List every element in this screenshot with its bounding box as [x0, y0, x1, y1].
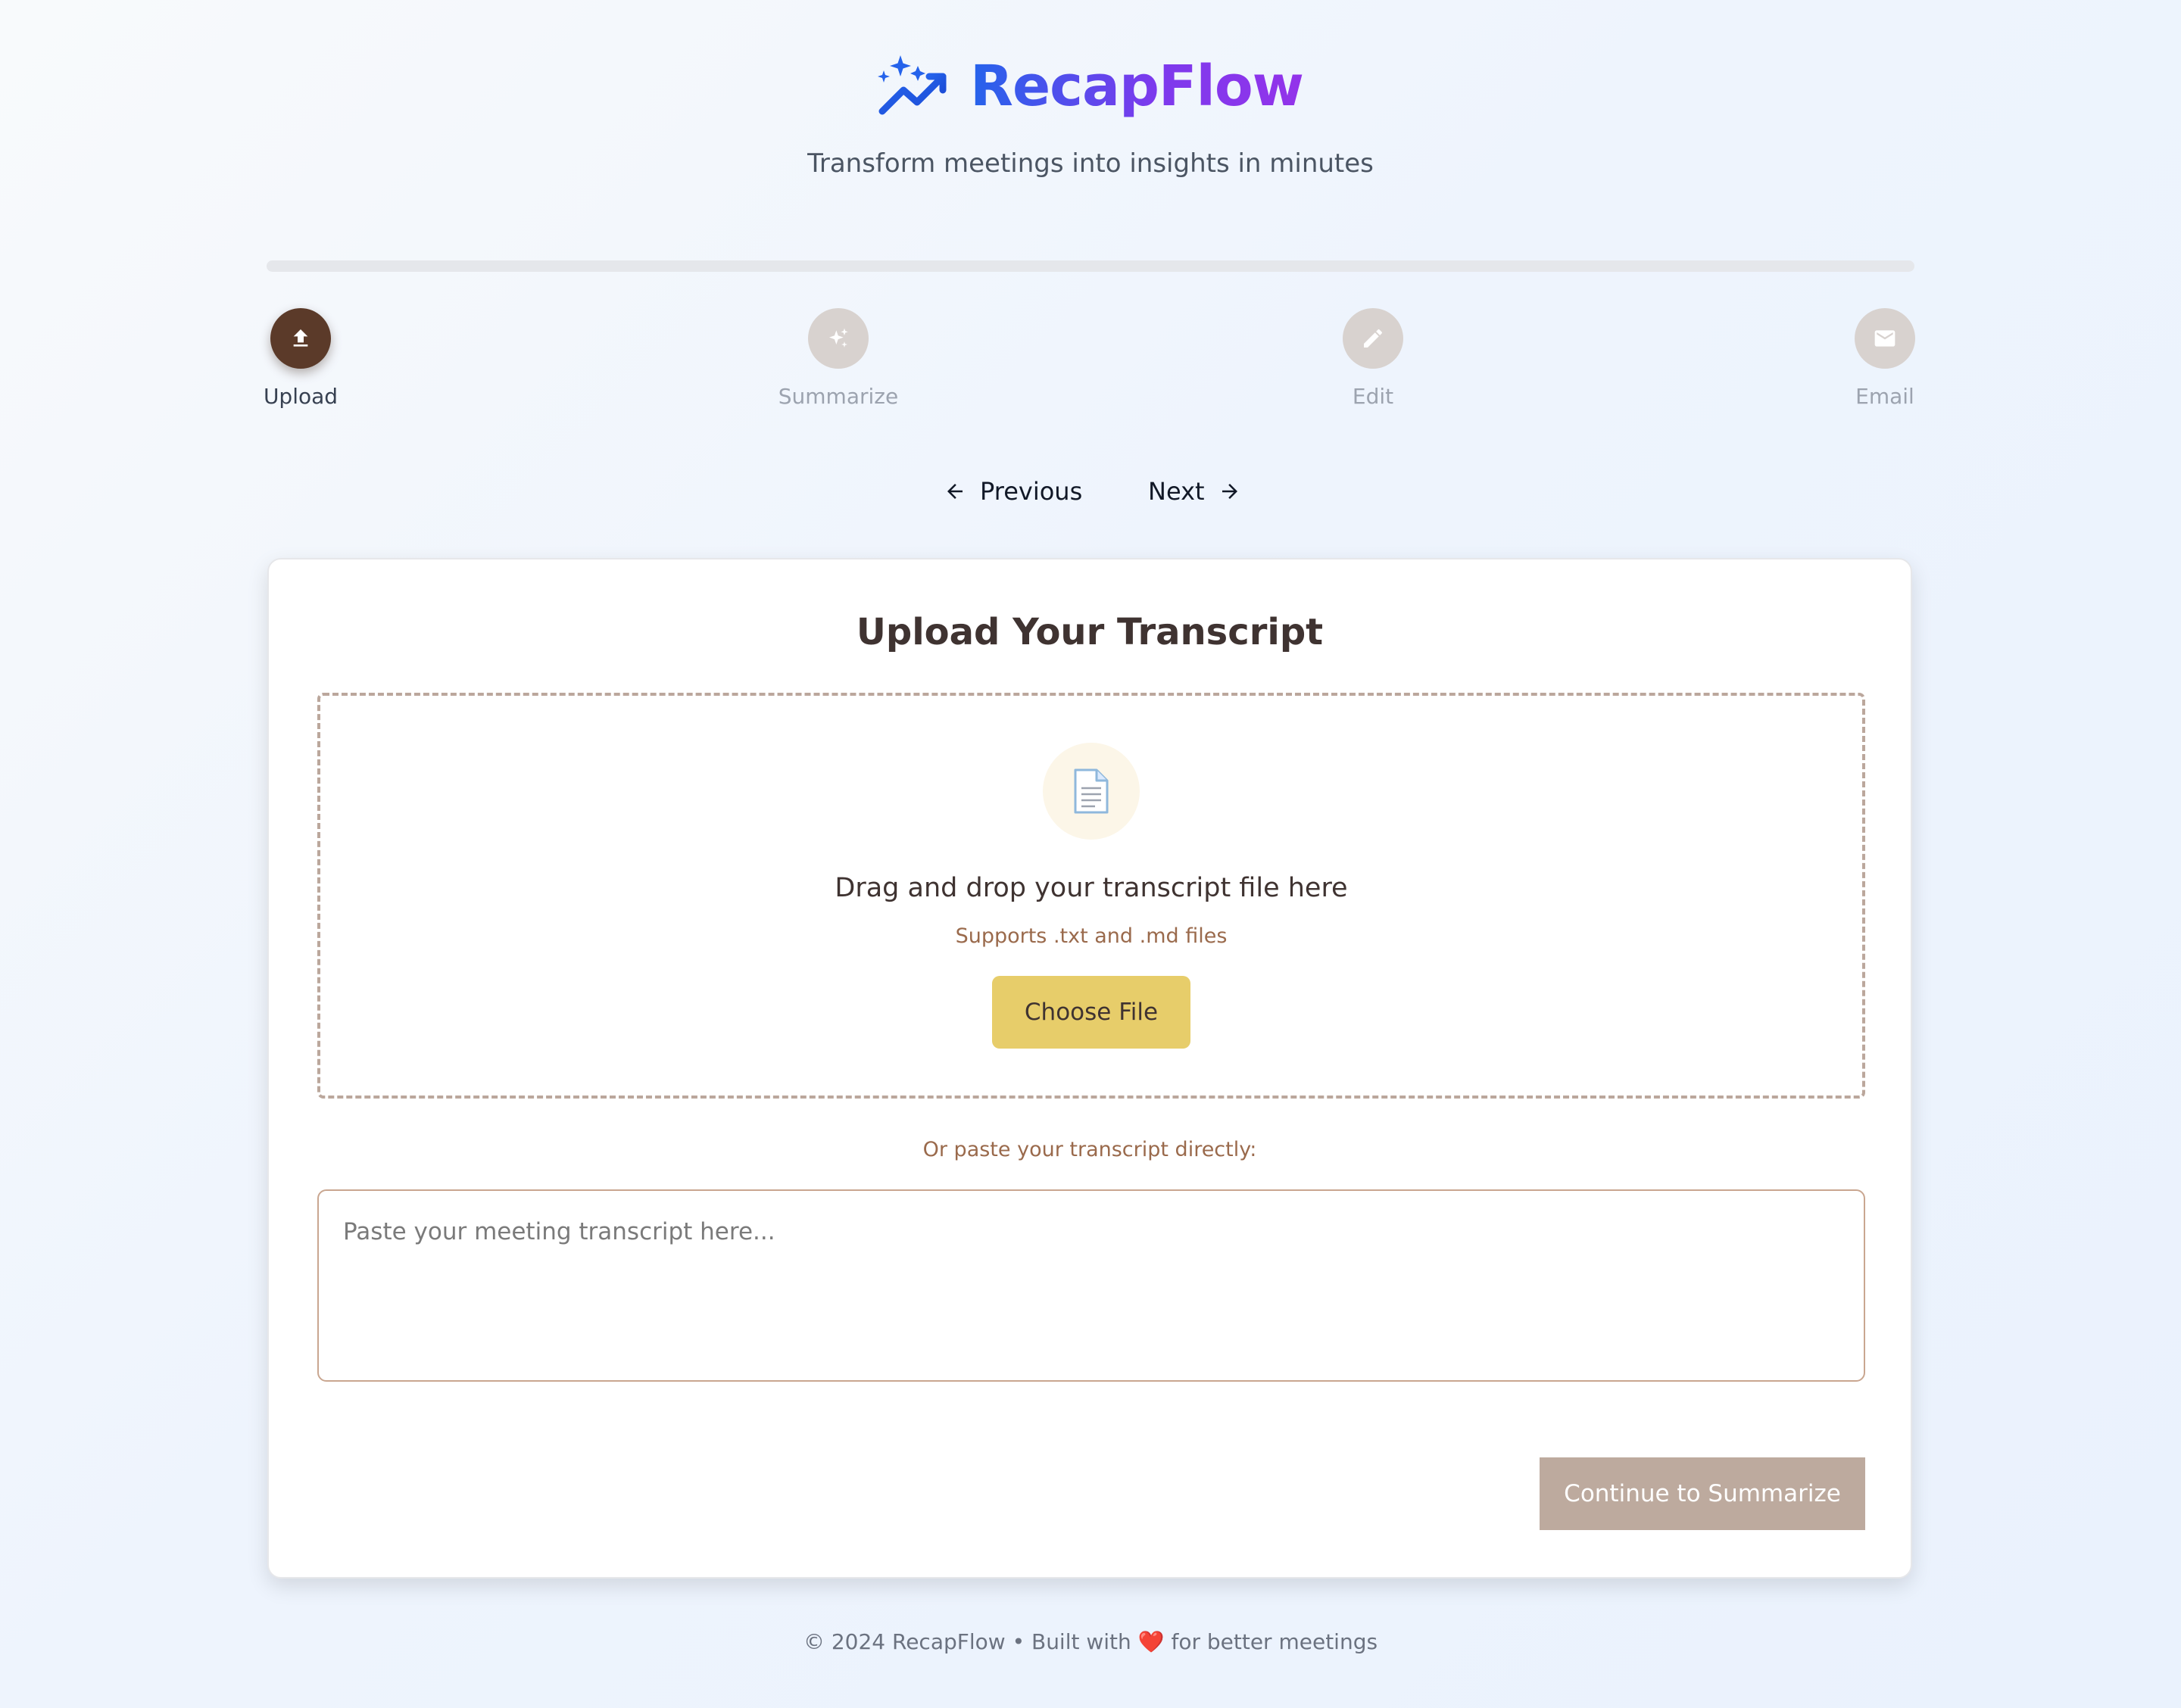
next-button[interactable]: Next	[1148, 472, 1241, 510]
previous-label: Previous	[980, 477, 1083, 506]
footer: © 2024 RecapFlow • Built with ❤️ for bet…	[0, 1629, 2181, 1654]
dropzone-text: Drag and drop your transcript file here	[835, 873, 1348, 903]
step-label: Upload	[263, 384, 339, 409]
step-circle	[1343, 308, 1403, 369]
file-icon-badge	[1043, 743, 1140, 840]
sparkle-icon	[829, 328, 848, 348]
pencil-icon	[1364, 329, 1383, 348]
card-title: Upload Your Transcript	[856, 611, 1324, 653]
step-label: Summarize	[778, 384, 899, 409]
app-title: RecapFlow	[970, 48, 1304, 124]
document-icon	[1074, 768, 1109, 814]
step-edit[interactable]: Edit	[1297, 308, 1449, 409]
choose-file-button[interactable]: Choose File	[992, 976, 1190, 1049]
arrow-left-icon	[947, 484, 963, 499]
step-circle	[1855, 308, 1915, 369]
previous-button[interactable]: Previous	[944, 472, 1082, 510]
file-dropzone[interactable]: Drag and drop your transcript file here …	[317, 693, 1865, 1099]
step-circle	[808, 308, 869, 369]
step-circle	[270, 308, 331, 369]
envelope-icon	[1874, 330, 1896, 347]
arrow-right-icon	[1222, 484, 1237, 499]
paste-label: Or paste your transcript directly:	[922, 1138, 1257, 1161]
step-label: Email	[1855, 384, 1914, 409]
step-label: Edit	[1352, 384, 1394, 409]
dropzone-hint: Supports .txt and .md files	[955, 924, 1228, 948]
next-label: Next	[1148, 477, 1205, 506]
footer-prefix: © 2024 RecapFlow • Built with	[803, 1629, 1131, 1654]
upload-icon	[293, 329, 308, 347]
brand-header: RecapFlow	[0, 48, 2181, 124]
progress-bar	[267, 260, 1914, 272]
step-email[interactable]: Email	[1809, 308, 1961, 409]
heart-icon: ❤️	[1137, 1629, 1165, 1654]
step-summarize[interactable]: Summarize	[763, 308, 914, 409]
step-upload[interactable]: Upload	[225, 308, 376, 409]
tagline: Transform meetings into insights in minu…	[807, 148, 1374, 179]
transcript-textarea[interactable]	[317, 1189, 1865, 1382]
page: RecapFlow Transform meetings into insigh…	[0, 0, 2181, 1708]
upload-card: Upload Your Transcript Drag and drop you…	[267, 558, 1912, 1579]
footer-suffix: for better meetings	[1171, 1629, 1378, 1654]
continue-button[interactable]: Continue to Summarize	[1540, 1457, 1865, 1530]
sparkle-trend-icon	[877, 55, 947, 115]
